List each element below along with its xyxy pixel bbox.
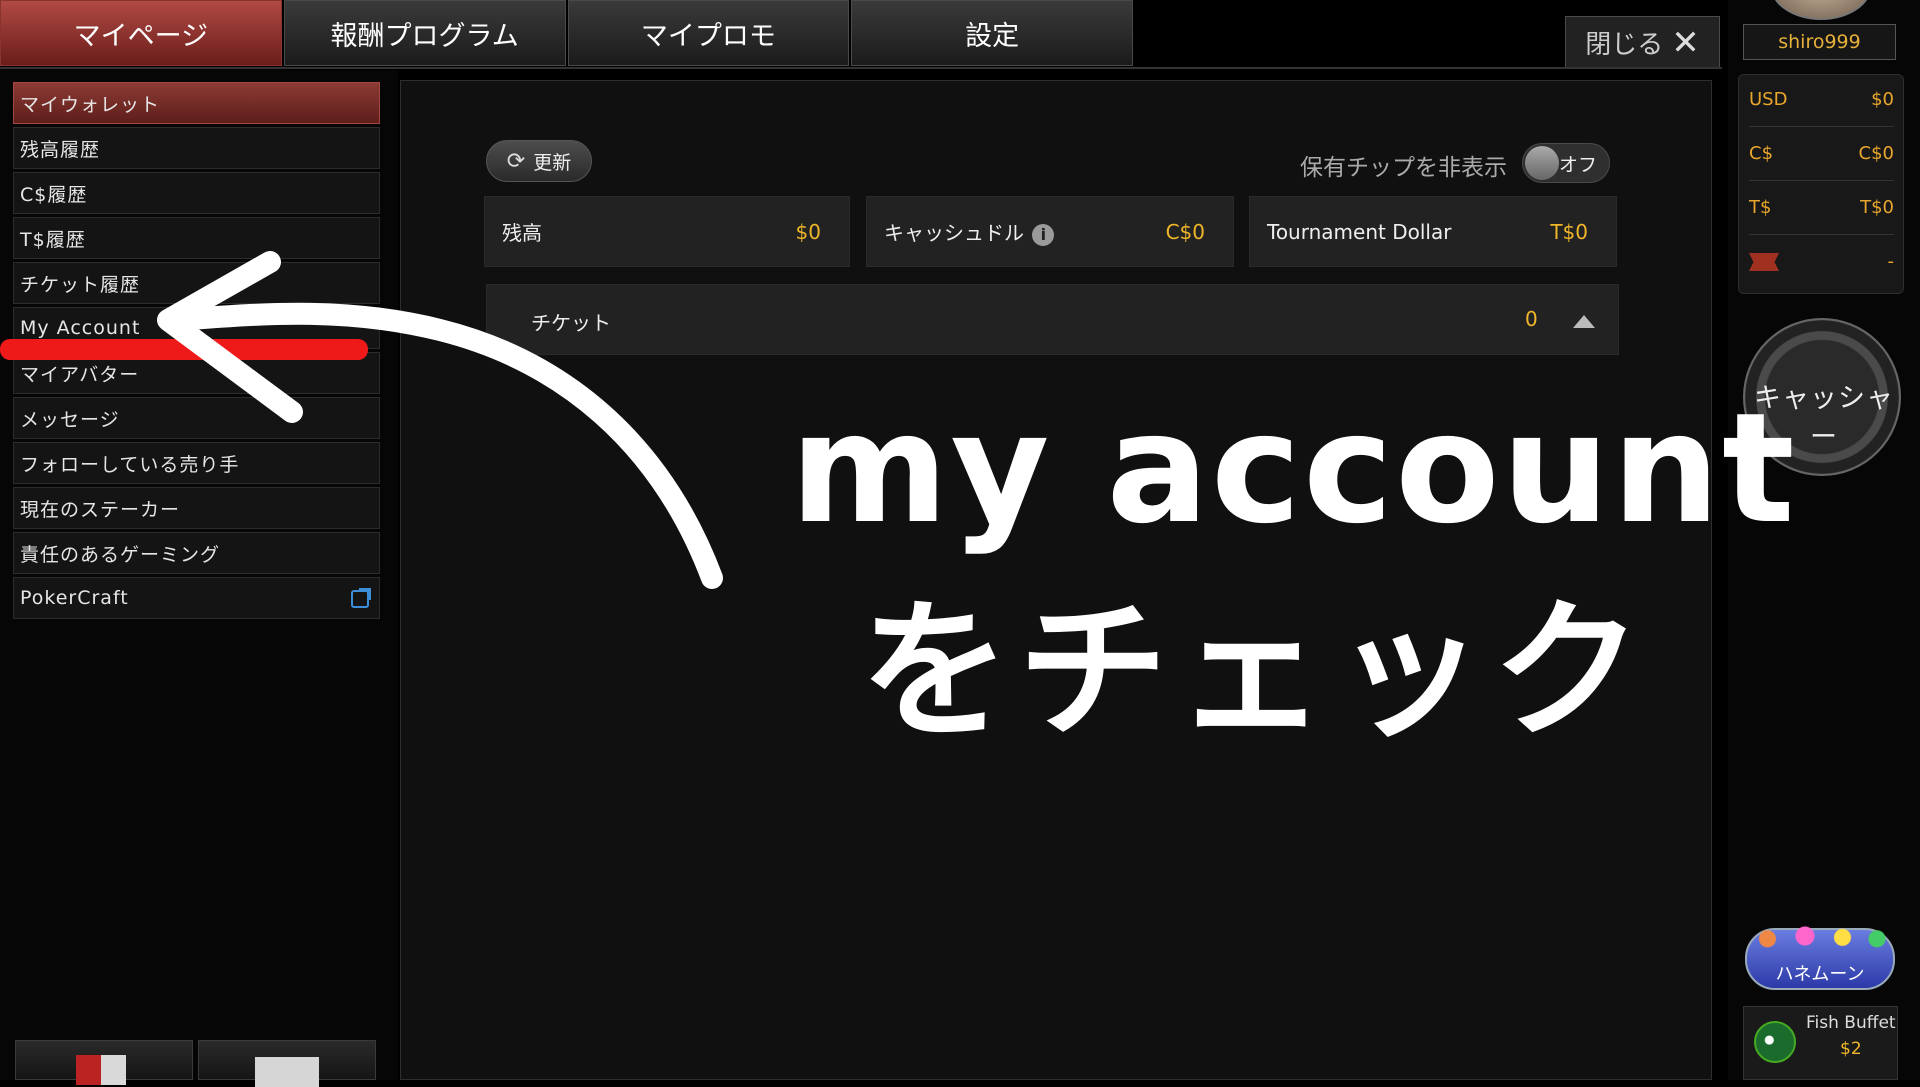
balance-label: 残高 xyxy=(502,221,542,245)
wallet-value: $0 xyxy=(1871,89,1894,110)
close-label: 閉じる xyxy=(1585,30,1664,60)
sidebar-item-ts-history[interactable]: T$履歴 xyxy=(13,217,380,259)
sidebar: マイウォレット 残高履歴 C$履歴 T$履歴 チケット履歴 My Account… xyxy=(0,70,398,1080)
wallet-row-tickets: - xyxy=(1749,237,1894,289)
hide-chips-label: 保有チップを非表示 xyxy=(1300,155,1507,181)
tickets-label: チケット xyxy=(531,311,611,335)
sidebar-item-pokercraft[interactable]: PokerCraft xyxy=(13,577,380,619)
close-button[interactable]: 閉じる ✕ xyxy=(1565,16,1720,68)
balance-card: 残高 $0 xyxy=(484,196,850,267)
refresh-label: 更新 xyxy=(533,151,572,174)
info-icon[interactable]: i xyxy=(1032,223,1055,246)
promo-fish-name: Fish Buffet xyxy=(1806,1013,1896,1033)
refresh-icon: ⟳ xyxy=(506,148,526,174)
tab-my-promo[interactable]: マイプロモ xyxy=(567,0,850,66)
promo-honeymoon-label: ハネムーン xyxy=(1775,964,1865,985)
wallet-summary: USD $0 C$ C$0 T$ T$0 - xyxy=(1738,74,1904,294)
external-link-icon xyxy=(351,588,371,608)
tournament-dollar-value: T$0 xyxy=(1550,219,1588,244)
sidebar-item-messages[interactable]: メッセージ xyxy=(13,397,380,439)
wallet-currency: T$ xyxy=(1749,197,1772,218)
sidebar-item-my-wallet[interactable]: マイウォレット xyxy=(13,82,380,124)
mail-icon xyxy=(255,1057,319,1087)
wallet-row-cs: C$ C$0 xyxy=(1749,129,1894,181)
sidebar-item-followed-sellers[interactable]: フォローしている売り手 xyxy=(13,442,380,484)
wallet-value: T$0 xyxy=(1860,197,1894,218)
tab-settings[interactable]: 設定 xyxy=(851,0,1133,66)
highlight-underline xyxy=(0,339,368,360)
flower-decoration-icon xyxy=(1745,922,1895,950)
wallet-currency: C$ xyxy=(1749,143,1774,164)
chevron-up-icon[interactable] xyxy=(1573,315,1595,328)
sidebar-item-balance-history[interactable]: 残高履歴 xyxy=(13,127,380,169)
annotation-line-2: をチェック xyxy=(860,585,1651,759)
tab-my-page[interactable]: マイページ xyxy=(0,0,282,66)
close-icon: ✕ xyxy=(1671,22,1700,63)
annotation-line-1: my account xyxy=(790,380,1797,557)
tournament-dollar-card: Tournament Dollar T$0 xyxy=(1249,196,1617,267)
cash-dollar-card: キャッシュドル i C$0 xyxy=(866,196,1234,267)
tournament-dollar-label: Tournament Dollar xyxy=(1267,219,1452,244)
promo-fish-value: $2 xyxy=(1840,1039,1862,1059)
promo-fish-buffet[interactable]: Fish Buffet $2 xyxy=(1743,1006,1898,1080)
sidebar-item-responsible-gaming[interactable]: 責任のあるゲーミング xyxy=(13,532,380,574)
toggle-label: オフ xyxy=(1559,154,1598,176)
wallet-value: C$0 xyxy=(1858,143,1894,164)
store-button[interactable] xyxy=(15,1040,193,1085)
ticket-icon xyxy=(1749,253,1779,271)
divider xyxy=(0,67,1722,69)
toggle-knob xyxy=(1525,146,1559,180)
tickets-row[interactable]: チケット 0 xyxy=(486,284,1619,355)
tickets-count: 0 xyxy=(1525,307,1538,331)
mail-button[interactable] xyxy=(198,1040,376,1087)
hide-chips-toggle[interactable]: オフ xyxy=(1522,143,1610,183)
wallet-currency: USD xyxy=(1749,89,1788,110)
balance-value: $0 xyxy=(795,219,821,244)
sidebar-item-cs-history[interactable]: C$履歴 xyxy=(13,172,380,214)
sidebar-item-current-stakers[interactable]: 現在のステーカー xyxy=(13,487,380,529)
fish-buffet-icon xyxy=(1754,1021,1796,1063)
cube-icon xyxy=(76,1055,126,1085)
wallet-value: - xyxy=(1887,251,1895,272)
cash-dollar-value: C$0 xyxy=(1165,219,1205,244)
tab-rewards[interactable]: 報酬プログラム xyxy=(283,0,566,66)
sidebar-item-label: PokerCraft xyxy=(20,587,129,609)
refresh-button[interactable]: ⟳ 更新 xyxy=(486,140,592,182)
cash-dollar-label: キャッシュドル xyxy=(884,221,1024,245)
sidebar-item-ticket-history[interactable]: チケット履歴 xyxy=(13,262,380,304)
wallet-row-usd: USD $0 xyxy=(1749,75,1894,127)
cash-dollar-label-wrap: キャッシュドル i xyxy=(884,217,1055,246)
wallet-row-ts: T$ T$0 xyxy=(1749,183,1894,235)
top-tab-bar: マイページ 報酬プログラム マイプロモ 設定 xyxy=(0,0,1135,68)
username: shiro999 xyxy=(1743,24,1896,60)
